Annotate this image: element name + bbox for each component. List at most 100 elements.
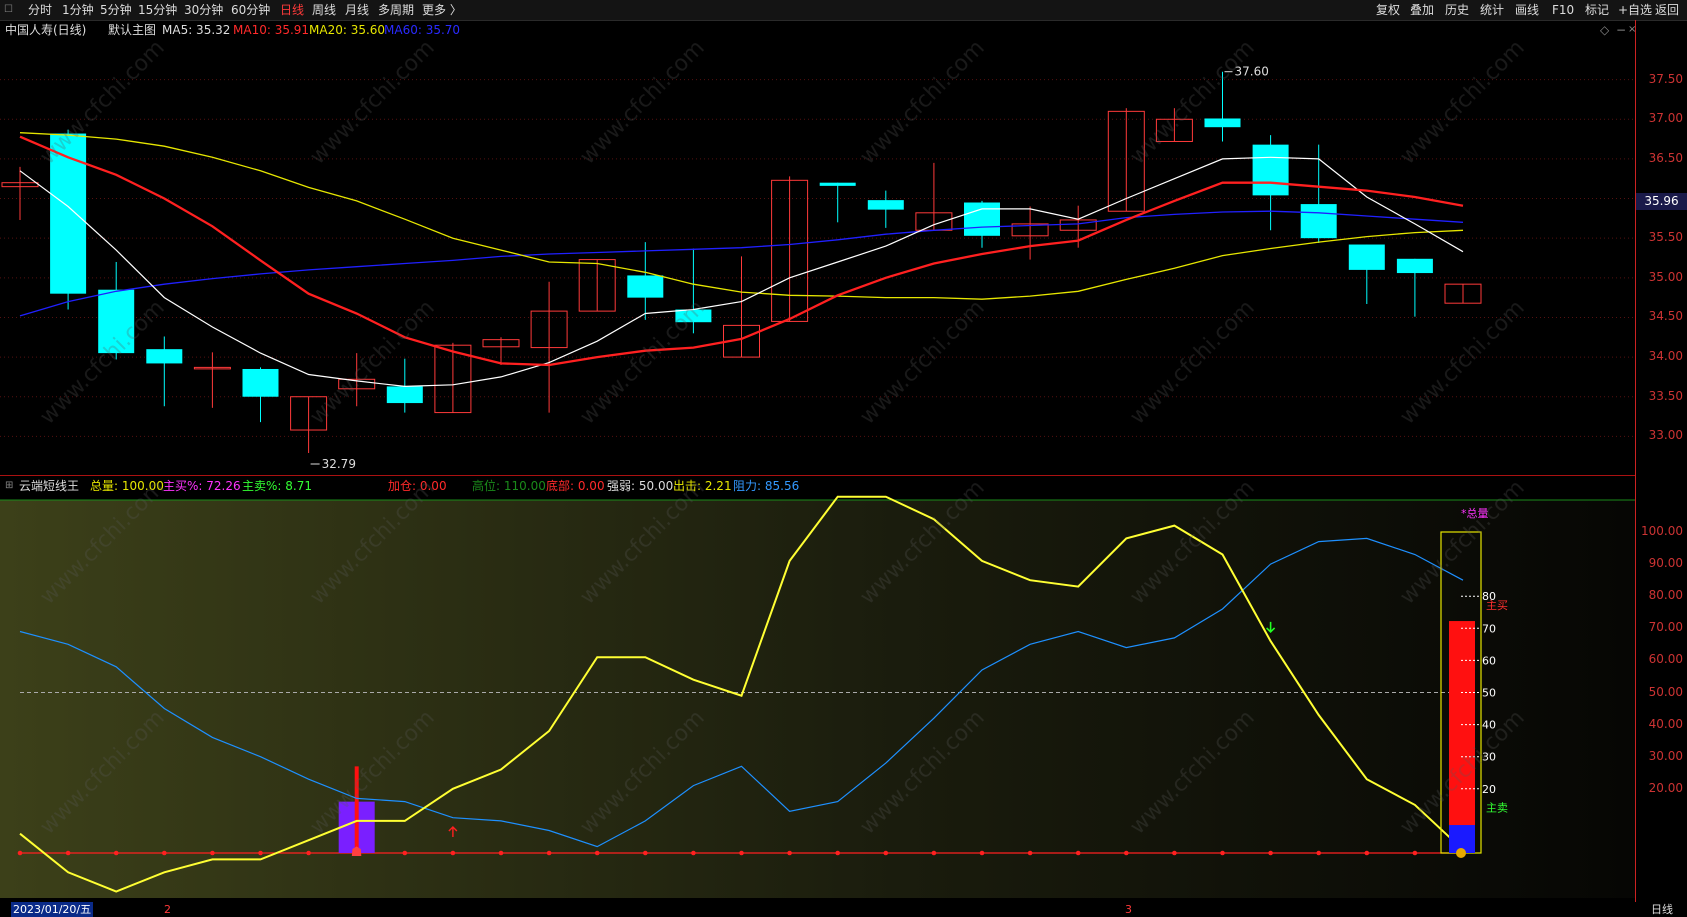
zero-dot	[643, 850, 648, 856]
oscillator-tick-label: 70.00	[1648, 620, 1683, 635]
month-marker-2: 2	[164, 903, 171, 916]
period-tab-multi[interactable]: 多周期	[378, 2, 414, 18]
zero-dot	[1316, 850, 1321, 856]
menu-icon[interactable]: ☐	[4, 2, 13, 18]
cursor-date: 2023/01/20/五	[11, 902, 94, 917]
oscillator-chart[interactable]: ☗*总量80706050403020主买主卖	[0, 495, 1635, 902]
zero-dot	[691, 850, 696, 856]
period-tab-weekly[interactable]: 周线	[312, 2, 336, 18]
zero-dot	[1075, 850, 1081, 856]
main-chart-label[interactable]: 默认主图	[108, 20, 156, 40]
main-sell-label: 主卖%: 8.71	[242, 479, 312, 493]
candle-body-down	[819, 182, 856, 186]
candle-body-down	[1300, 204, 1337, 239]
close-icon[interactable]: ×	[1628, 20, 1636, 40]
main-buy-label: 主买%: 72.26	[163, 479, 241, 493]
zero-dot	[787, 850, 792, 856]
zero-dot	[835, 850, 840, 856]
date-bar: 2023/01/20/五 2 3 日线	[0, 902, 1687, 917]
oscillator-tick-label: 20.00	[1648, 780, 1683, 795]
price-tick-label: 37.00	[1648, 111, 1683, 126]
zero-dot	[210, 850, 215, 856]
strike-label: 出击: 2.21	[673, 479, 732, 493]
f10-button[interactable]: F10	[1552, 2, 1574, 18]
zero-dot	[65, 850, 71, 856]
oscillator-tick-label: 90.00	[1648, 556, 1683, 571]
period-tab-monthly[interactable]: 月线	[345, 2, 369, 18]
price-tick-label: 37.50	[1648, 71, 1683, 86]
zero-dot	[498, 850, 504, 856]
overlay-button[interactable]: 叠加	[1410, 2, 1434, 18]
candle-body-down	[675, 309, 712, 323]
oscillator-tick-label: 40.00	[1648, 716, 1683, 731]
indicator-settings-icon[interactable]: ⊞	[5, 477, 13, 495]
zero-dot	[306, 850, 311, 856]
ma60-label: MA60: 35.70	[384, 23, 461, 37]
minimize-icon[interactable]: −	[1616, 20, 1626, 40]
history-button[interactable]: 历史	[1445, 2, 1469, 18]
bottom-label: 底部: 0.00	[546, 479, 605, 493]
period-toolbar: ☐ 分时 1分钟 5分钟 15分钟 30分钟 60分钟 日线 周线 月线 多周期…	[0, 0, 1687, 21]
price-tick-label: 33.00	[1648, 428, 1683, 443]
candle-body-down	[1204, 118, 1241, 128]
end-marker-icon	[1456, 848, 1466, 858]
zero-dot	[546, 850, 552, 856]
oscillator-tick-label: 50.00	[1648, 684, 1683, 699]
period-tab-30min[interactable]: 30分钟	[184, 2, 223, 18]
high-price-label: 37.60	[1235, 65, 1269, 79]
oscillator-background	[0, 500, 1635, 898]
price-tick-label: 34.00	[1648, 349, 1683, 364]
statistics-button[interactable]: 统计	[1480, 2, 1504, 18]
period-tab-60min[interactable]: 60分钟	[231, 2, 270, 18]
mark-button[interactable]: 标记	[1585, 2, 1609, 18]
oscillator-tick-label: 30.00	[1648, 748, 1683, 763]
candle-body-down	[964, 202, 1000, 236]
zero-dot	[402, 850, 408, 856]
candle-body-down	[242, 368, 279, 397]
period-tab-15min[interactable]: 15分钟	[138, 2, 177, 18]
period-tab-more[interactable]: 更多 〉	[422, 2, 462, 18]
fuquan-button[interactable]: 复权	[1376, 2, 1400, 18]
zero-dot	[979, 850, 985, 856]
price-tick-label: 35.50	[1648, 230, 1683, 245]
candle-body-down	[98, 289, 135, 354]
candle-body-down	[1252, 144, 1289, 196]
ma10-label: MA10: 35.91	[233, 23, 310, 37]
zero-dot	[931, 850, 937, 856]
zero-dot	[450, 850, 456, 856]
period-tab-fenshi[interactable]: 分时	[28, 2, 52, 18]
diamond-icon[interactable]: ◇	[1600, 20, 1609, 40]
main-buy-box-label: 主买	[1486, 599, 1508, 612]
stock-name: 中国人寿(日线)	[5, 23, 87, 37]
box-tick-label: 20	[1482, 783, 1496, 796]
zero-dot	[1027, 850, 1033, 856]
indicator-info-bar: ⊞ 云端短线王 总量: 100.00 主买%: 72.26 主卖%: 8.71 …	[0, 477, 1635, 495]
back-button[interactable]: 返回	[1655, 2, 1679, 18]
period-tab-1min[interactable]: 1分钟	[62, 2, 94, 18]
candlestick-chart[interactable]: 37.60 32.79	[0, 40, 1635, 476]
month-marker-3: 3	[1125, 903, 1132, 916]
zero-dot	[1124, 850, 1129, 856]
total-volume-label: 总量: 100.00	[90, 479, 164, 493]
draw-line-button[interactable]: 画线	[1515, 2, 1539, 18]
zero-dot	[1268, 850, 1273, 856]
indicator-name[interactable]: 云端短线王	[19, 477, 79, 495]
period-label[interactable]: 日线	[1651, 902, 1673, 917]
ma20-label: MA20: 35.60	[309, 23, 386, 37]
price-tick-label: 34.50	[1648, 309, 1683, 324]
period-tab-5min[interactable]: 5分钟	[100, 2, 132, 18]
box-tick-label: 40	[1482, 719, 1496, 732]
main-buy-bar	[1449, 621, 1475, 853]
low-price-label: 32.79	[322, 457, 356, 471]
period-tab-daily[interactable]: 日线	[280, 2, 304, 18]
high-level-label: 高位: 110.00	[472, 479, 546, 493]
oscillator-tick-label: 80.00	[1648, 588, 1683, 603]
candle-body-down	[146, 349, 183, 364]
candle-body-down	[867, 200, 904, 210]
zero-dot	[162, 850, 167, 856]
add-favorite-button[interactable]: +自选	[1618, 2, 1652, 18]
box-tick-label: 30	[1482, 751, 1496, 764]
strength-label: 强弱: 50.00	[607, 479, 674, 493]
price-axis: 37.5037.0036.5036.0035.5035.0034.5034.00…	[1636, 40, 1687, 476]
zero-dot	[1172, 850, 1177, 856]
